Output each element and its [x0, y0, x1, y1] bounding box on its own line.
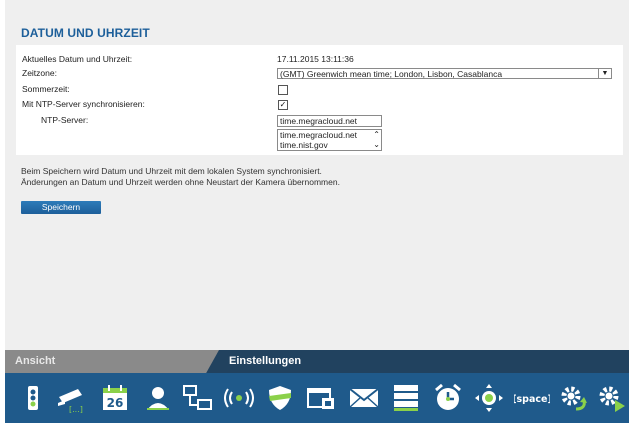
space-icon[interactable]: [space]: [514, 382, 550, 413]
alarm-clock-icon[interactable]: [432, 382, 463, 413]
ntp-server-option[interactable]: time.nist.gov: [280, 140, 381, 150]
toolbar: [...] 26 [space]: [5, 373, 629, 423]
page-title: DATUM UND UHRZEIT: [21, 26, 150, 40]
ntp-sync-checkbox[interactable]: ✓: [278, 100, 288, 110]
restart-note: Änderungen an Datum und Uhrzeit werden o…: [21, 177, 340, 187]
network-icon[interactable]: [182, 382, 213, 413]
window-icon[interactable]: [305, 382, 336, 413]
wireless-icon[interactable]: [223, 382, 254, 413]
gear-refresh-icon[interactable]: [557, 382, 588, 413]
ntp-sync-label: Mit NTP-Server synchronisieren:: [22, 99, 145, 109]
window: DATUM UND UHRZEIT Aktuelles Datum und Uh…: [5, 0, 629, 423]
tab-view[interactable]: Ansicht: [5, 350, 219, 373]
svg-text:[...]: [...]: [69, 405, 83, 413]
timezone-select[interactable]: (GMT) Greenwich mean time; London, Lisbo…: [277, 68, 612, 79]
tab-settings[interactable]: Einstellungen: [229, 355, 301, 367]
dst-label: Sommerzeit:: [22, 84, 70, 94]
dst-checkbox[interactable]: [278, 85, 288, 95]
ntp-server-list[interactable]: time.megracloud.net time.nist.gov ⌃ ⌄: [277, 129, 382, 151]
tab-view-label: Ansicht: [15, 355, 56, 367]
storage-icon[interactable]: [390, 382, 421, 413]
camera-icon[interactable]: [...]: [56, 382, 87, 413]
traffic-light-icon[interactable]: [17, 382, 48, 413]
scroll-up-icon[interactable]: ⌃: [373, 130, 380, 139]
settings-panel: Aktuelles Datum und Uhrzeit: 17.11.2015 …: [16, 45, 623, 155]
user-icon[interactable]: [142, 382, 173, 413]
tab-bar: Ansicht Einstellungen: [5, 350, 629, 373]
ntp-server-option[interactable]: time.megracloud.net: [280, 130, 381, 140]
save-button[interactable]: Speichern: [21, 201, 101, 214]
scroll-down-icon[interactable]: ⌄: [373, 140, 380, 149]
current-datetime-label: Aktuelles Datum und Uhrzeit:: [22, 54, 133, 64]
shield-icon[interactable]: [264, 382, 295, 413]
ntp-server-input[interactable]: time.megracloud.net: [277, 115, 382, 127]
ntp-server-label: NTP-Server:: [41, 115, 89, 125]
timezone-label: Zeitzone:: [22, 68, 57, 78]
current-datetime-value: 17.11.2015 13:11:36: [277, 54, 354, 64]
mail-icon[interactable]: [348, 382, 379, 413]
sync-note: Beim Speichern wird Datum und Uhrzeit mi…: [21, 166, 322, 176]
timezone-value: (GMT) Greenwich mean time; London, Lisbo…: [280, 69, 503, 79]
calendar-day: 26: [106, 396, 123, 410]
chevron-down-icon[interactable]: ▼: [598, 69, 611, 78]
gear-play-icon[interactable]: [595, 382, 626, 413]
ptz-icon[interactable]: [473, 382, 504, 413]
calendar-icon[interactable]: 26: [99, 382, 130, 413]
space-text: [space]: [514, 394, 550, 405]
